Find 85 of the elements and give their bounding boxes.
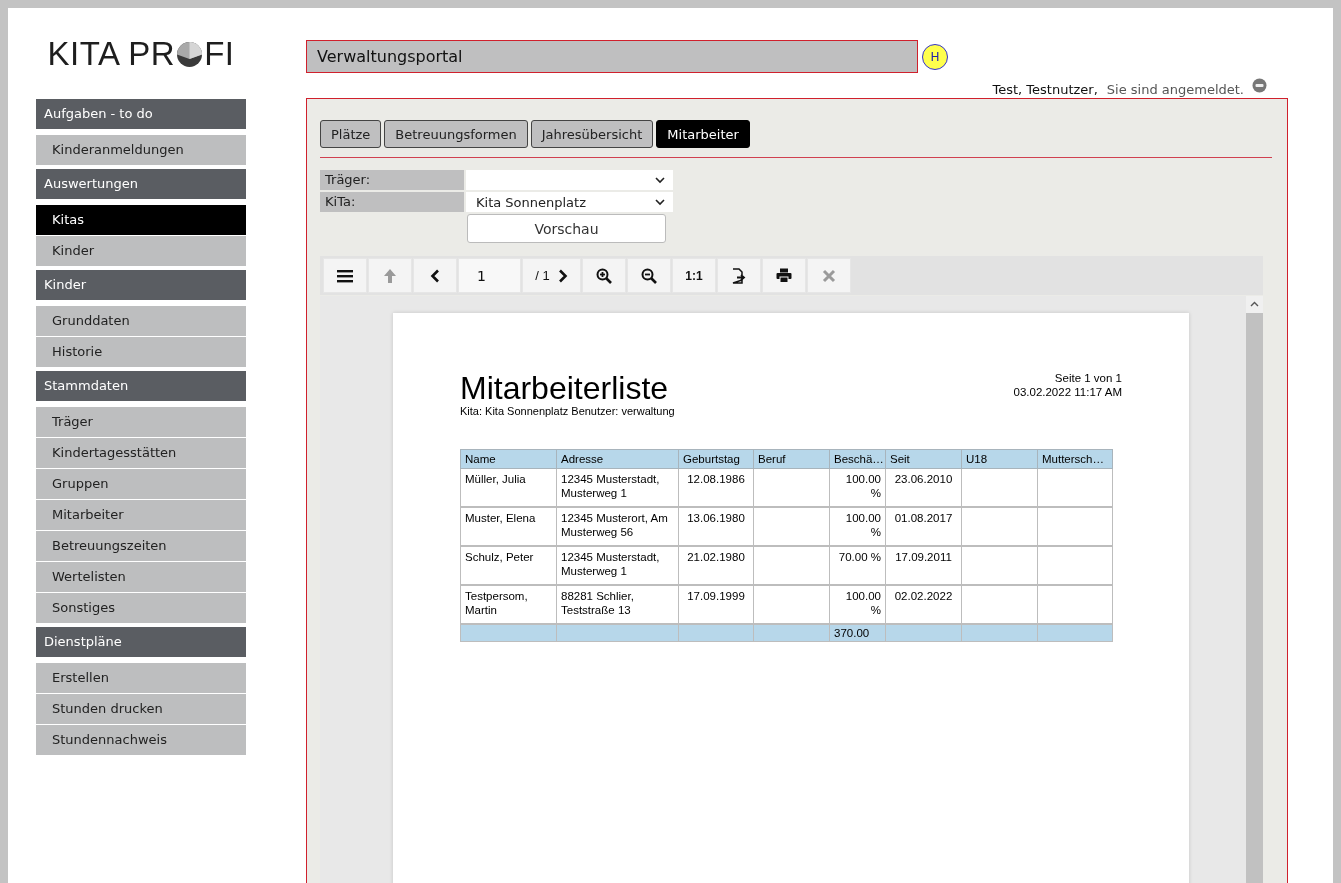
sidebar-item[interactable]: Träger [36, 407, 246, 437]
logo-ball-icon [176, 40, 204, 68]
portal-title: Verwaltungsportal [306, 40, 918, 73]
sidebar-section-header[interactable]: Aufgaben - to do [36, 99, 246, 129]
table-cell: 21.02.1980 [678, 546, 754, 585]
logout-icon[interactable] [1252, 78, 1267, 93]
report-timestamp: 03.02.2022 11:17 AM [1013, 385, 1122, 399]
chevron-right-icon [557, 268, 568, 283]
printer-icon [776, 268, 792, 283]
tab[interactable]: Betreuungsformen [384, 120, 528, 148]
sidebar-item[interactable]: Gruppen [36, 469, 246, 499]
column-header: Beschä… [829, 449, 886, 469]
sidebar-item[interactable]: Erstellen [36, 663, 246, 693]
sidebar-item[interactable]: Sonstiges [36, 593, 246, 623]
column-header: Muttersch… [1037, 449, 1113, 469]
close-icon [822, 268, 836, 283]
zoom-out-icon [641, 267, 657, 284]
menu-button[interactable] [323, 258, 367, 293]
zoom-in-button[interactable] [582, 258, 626, 293]
export-button[interactable] [717, 258, 761, 293]
table-cell: 12345 Musterstadt, Musterweg 1 [556, 546, 679, 585]
preview-button[interactable]: Vorschau [467, 214, 666, 243]
actual-size-button[interactable]: 1:1 [672, 258, 716, 293]
table-cell: Muster, Elena [460, 507, 557, 546]
scrollbar[interactable] [1246, 296, 1263, 883]
sidebar-item[interactable]: Stunden drucken [36, 694, 246, 724]
table-cell: 17.09.2011 [885, 546, 962, 585]
table-cell: 12345 Musterort, Am Musterweg 56 [556, 507, 679, 546]
scroll-up-icon[interactable] [1250, 301, 1259, 307]
sidebar-section-header[interactable]: Kinder [36, 270, 246, 300]
sidebar-item[interactable]: Kitas [36, 205, 246, 235]
user-name: Test, Testnutzer, [992, 82, 1098, 98]
sidebar-item[interactable]: Grunddaten [36, 306, 246, 336]
report-title: Mitarbeiterliste [460, 371, 670, 405]
sidebar-item[interactable]: Kinderanmeldungen [36, 135, 246, 165]
sidebar-section-header[interactable]: Dienstpläne [36, 627, 246, 657]
zoom-out-button[interactable] [627, 258, 671, 293]
previous-page-button[interactable] [413, 258, 457, 293]
page-info: Seite 1 von 1 [1053, 371, 1122, 385]
column-header: Geburtstag [678, 449, 754, 469]
table-cell: Müller, Julia [460, 468, 557, 507]
column-header: U18 [961, 449, 1038, 469]
table-cell: 13.06.1980 [678, 507, 754, 546]
logo-text: FI [204, 34, 235, 73]
sidebar-item[interactable]: Stundennachweis [36, 725, 246, 755]
table-cell: 01.08.2017 [885, 507, 962, 546]
sidebar-item[interactable]: Betreuungszeiten [36, 531, 246, 561]
chevron-left-icon [430, 268, 440, 283]
table-cell: 100.00 % [829, 468, 886, 507]
filter-label: Träger: [320, 170, 464, 190]
column-header: Name [460, 449, 557, 469]
chevron-down-icon [655, 198, 665, 206]
export-icon [731, 267, 747, 284]
report-subtitle: Kita: Kita Sonnenplatz Benutzer: verwaltung [460, 405, 675, 417]
menu-icon [337, 268, 353, 283]
sidebar-item[interactable]: Historie [36, 337, 246, 367]
dropdown[interactable]: Kita Sonnenplatz [466, 192, 673, 212]
table-cell: 100.00 % [829, 507, 886, 546]
tab[interactable]: Jahresübersicht [530, 120, 654, 148]
sidebar-item[interactable]: Mitarbeiter [36, 500, 246, 530]
sidebar-item[interactable]: Kindertagesstätten [36, 438, 246, 468]
sidebar-item[interactable]: Wertelisten [36, 562, 246, 592]
tab[interactable]: Mitarbeiter [656, 120, 750, 148]
zoom-in-icon [596, 267, 612, 284]
column-header: Seit [885, 449, 962, 469]
table-cell: 70.00 % [829, 546, 886, 585]
filter-label: KiTa: [320, 192, 464, 212]
print-button[interactable] [762, 258, 806, 293]
login-status: Sie sind angemeldet. [1106, 82, 1244, 98]
help-badge[interactable]: H [922, 43, 948, 70]
sidebar-section-header[interactable]: Stammdaten [36, 371, 246, 401]
up-arrow-icon [383, 267, 397, 284]
sidebar-section-header[interactable]: Auswertungen [36, 169, 246, 199]
table-cell: 23.06.2010 [885, 468, 962, 507]
logo-text: KITA PR [47, 34, 176, 73]
page-number-field[interactable]: 1 [458, 258, 521, 293]
chevron-down-icon [655, 176, 665, 184]
column-header: Adresse [556, 449, 679, 469]
next-page-button[interactable]: / 1 [522, 258, 581, 293]
column-header: Beruf [753, 449, 830, 469]
table-cell: 12345 Musterstadt, Musterweg 1 [556, 468, 679, 507]
table-cell: Schulz, Peter [460, 546, 557, 585]
tab[interactable]: Plätze [320, 120, 382, 148]
sidebar-item[interactable]: Kinder [36, 236, 246, 266]
table-cell: 12.08.1986 [678, 468, 754, 507]
